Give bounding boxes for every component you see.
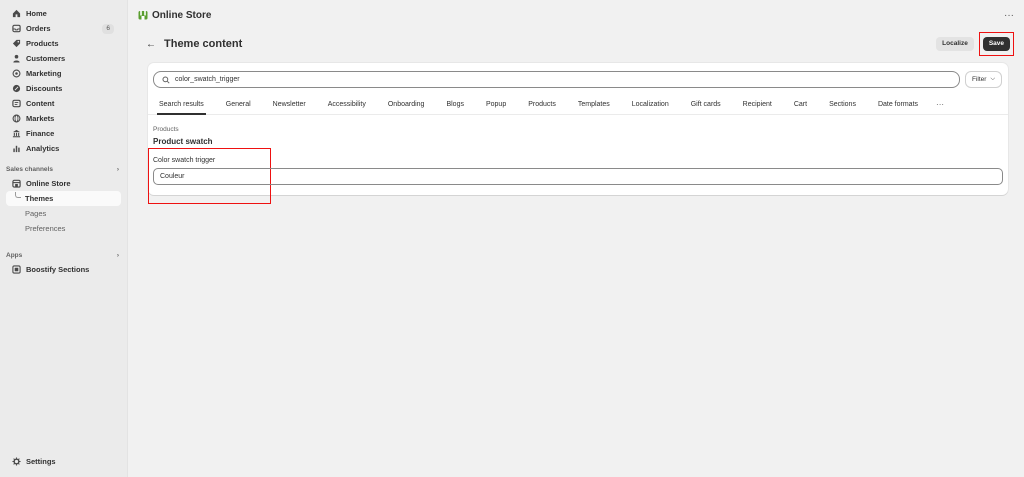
sidebar-item-label: Settings [26,457,56,466]
section-title: Product swatch [153,137,213,146]
search-input[interactable]: color_swatch_trigger [153,71,960,88]
sidebar-item-orders[interactable]: Orders 6 [0,21,122,36]
search-row: color_swatch_trigger Filter ⌵ [153,71,1002,88]
save-button[interactable]: Save [982,37,1010,51]
sidebar-item-label: Discounts [26,84,63,93]
store-logo-icon [138,10,148,20]
chevron-down-icon: ⌵ [990,76,995,82]
store-name: Online Store [152,9,212,21]
sidebar-item-home[interactable]: Home [0,6,122,21]
sidebar-item-analytics[interactable]: Analytics [0,141,122,156]
sidebar-item-content[interactable]: Content [0,96,122,111]
sidebar-item-label: Home [26,9,47,18]
chevron-right-icon: › [116,251,119,259]
store-icon [11,179,21,189]
tab-date-formats[interactable]: Date formats [872,95,924,115]
sidebar-item-products[interactable]: Products [0,36,122,51]
tab-search-results[interactable]: Search results [153,95,210,115]
sidebar-item-boostify[interactable]: Boostify Sections [0,262,122,277]
page-header: ← Theme content Localize Save [146,32,1014,56]
sidebar-item-label: Marketing [26,69,62,78]
sidebar-item-pages[interactable]: Pages [0,206,121,221]
tab-sections[interactable]: Sections [823,95,862,115]
save-highlight-box: Save [978,32,1014,56]
sidebar-item-label: Preferences [25,224,66,233]
filter-button[interactable]: Filter ⌵ [964,71,1002,88]
tab-accessibility[interactable]: Accessibility [322,95,372,115]
tab-templates[interactable]: Templates [572,95,616,115]
tree-branch [15,192,21,198]
app-topbar: Online Store ··· [138,8,1014,22]
localize-button[interactable]: Localize [936,37,974,51]
gear-icon [11,457,21,467]
sidebar-item-discounts[interactable]: Discounts [0,81,122,96]
tab-cart[interactable]: Cart [788,95,813,115]
person-icon [11,54,21,64]
sidebar-item-label: Customers [26,54,66,63]
discount-icon [11,84,21,94]
sidebar-item-finance[interactable]: Finance [0,126,122,141]
more-menu-icon[interactable]: ··· [1004,10,1014,21]
sales-channels-label: Sales channels [6,165,53,173]
globe-icon [11,114,21,124]
orders-icon [11,24,21,34]
page-title: Theme content [164,38,243,50]
chevron-right-icon: › [116,165,119,173]
apps-header[interactable]: Apps › [0,248,127,262]
field-label: Color swatch trigger [153,157,216,164]
group-label: Products [153,126,179,133]
main-area: Online Store ··· ← Theme content Localiz… [128,0,1024,477]
tab-products[interactable]: Products [522,95,562,115]
tag-icon [11,39,21,49]
tab-recipient[interactable]: Recipient [737,95,778,115]
tab-onboarding[interactable]: Onboarding [382,95,431,115]
sidebar-item-label: Markets [26,114,55,123]
sales-channels-header[interactable]: Sales channels › [0,162,127,176]
main-nav: Home Orders 6 Products Customers Marketi… [0,0,127,156]
header-actions: Localize Save [936,32,1014,56]
tab-popup[interactable]: Popup [480,95,512,115]
app-icon [11,265,21,275]
sidebar-item-label: Pages [25,209,47,218]
search-value: color_swatch_trigger [175,76,240,83]
sidebar-item-themes[interactable]: Themes [6,191,121,206]
apps-label: Apps [6,251,23,259]
search-icon [162,75,170,84]
sidebar-item-label: Products [26,39,59,48]
target-icon [11,69,21,79]
sidebar: Home Orders 6 Products Customers Marketi… [0,0,128,477]
sidebar-item-preferences[interactable]: Preferences [0,221,121,236]
bank-icon [11,129,21,139]
theme-content-card: color_swatch_trigger Filter ⌵ Search res… [148,63,1008,204]
back-arrow-icon[interactable]: ← [146,39,156,50]
bar-chart-icon [11,144,21,154]
more-tabs-icon[interactable]: ··· [936,100,944,109]
filter-label: Filter [971,76,987,83]
sidebar-item-online-store[interactable]: Online Store [0,176,122,191]
tab-localization[interactable]: Localization [626,95,675,115]
sidebar-item-label: Themes [25,194,54,203]
sidebar-item-marketing[interactable]: Marketing [0,66,122,81]
sidebar-item-label: Boostify Sections [26,265,90,274]
tab-bar: Search results General Newsletter Access… [148,95,1008,115]
sidebar-item-markets[interactable]: Markets [0,111,122,126]
tab-newsletter[interactable]: Newsletter [267,95,312,115]
home-icon [11,9,21,19]
content-icon [11,99,21,109]
orders-count-badge: 6 [102,23,114,34]
color-swatch-trigger-input[interactable]: Couleur [153,168,1003,185]
tab-blogs[interactable]: Blogs [440,95,470,115]
sidebar-item-label: Analytics [26,144,60,153]
sidebar-item-label: Finance [26,129,55,138]
sidebar-item-label: Orders [26,24,51,33]
tab-gift-cards[interactable]: Gift cards [685,95,727,115]
sidebar-item-settings[interactable]: Settings [0,454,118,469]
sidebar-item-customers[interactable]: Customers [0,51,122,66]
field-value: Couleur [160,173,185,180]
tab-general[interactable]: General [220,95,257,115]
sidebar-item-label: Online Store [26,179,71,188]
sidebar-item-label: Content [26,99,55,108]
